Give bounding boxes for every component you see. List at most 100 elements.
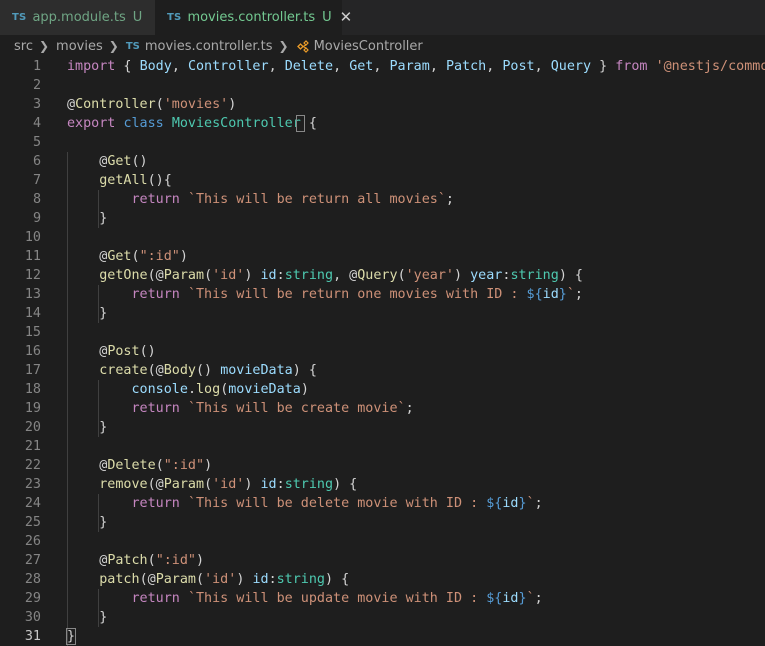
code-text: return `This will be update movie with I… xyxy=(131,591,543,606)
line-number: 12 xyxy=(24,268,41,283)
code-line[interactable]: 29 return `This will be update movie wit… xyxy=(0,589,765,608)
indent-guide xyxy=(67,152,68,646)
code-line[interactable]: 26 xyxy=(0,532,765,551)
untracked-status-badge: U xyxy=(322,10,332,25)
code-line[interactable]: 30 } xyxy=(0,608,765,627)
code-line[interactable]: 19 return `This will be create movie`; xyxy=(0,399,765,418)
line-number: 28 xyxy=(24,572,41,587)
line-number: 23 xyxy=(24,477,41,492)
code-line[interactable]: 5 xyxy=(0,133,765,152)
code-line[interactable]: 1 import { Body, Controller, Delete, Get,… xyxy=(0,57,765,76)
code-text: @Post() xyxy=(67,344,156,359)
code-text: getAll(){ xyxy=(99,173,172,188)
breadcrumb-item-src[interactable]: src xyxy=(14,39,33,54)
typescript-file-icon: TS xyxy=(125,40,140,52)
breadcrumb-item-movies[interactable]: movies xyxy=(56,39,103,54)
line-number: 30 xyxy=(24,610,41,625)
code-line[interactable]: 15 xyxy=(0,323,765,342)
tab-movies-controller[interactable]: TS movies.controller.ts U ✕ xyxy=(155,0,352,35)
indent-guide xyxy=(97,380,99,437)
code-text: create(@Body() movieData) { xyxy=(99,363,317,378)
typescript-file-icon: TS xyxy=(167,12,182,23)
tab-app-module[interactable]: TS app.module.ts U xyxy=(0,0,155,35)
breadcrumb-item-class[interactable]: MoviesController xyxy=(314,39,423,54)
breadcrumb: src ❯ movies ❯ TS movies.controller.ts ❯… xyxy=(0,35,765,57)
code-text: @Patch(":id") xyxy=(67,553,205,568)
line-number: 2 xyxy=(32,78,41,93)
line-number: 27 xyxy=(24,553,41,568)
code-text: @Delete(":id") xyxy=(67,458,213,473)
breadcrumb-item-file[interactable]: movies.controller.ts xyxy=(145,39,273,54)
code-text: } xyxy=(67,211,108,226)
code-text: } xyxy=(67,306,108,321)
line-number: 5 xyxy=(32,135,41,150)
code-line[interactable]: 20 } xyxy=(0,418,765,437)
code-editor[interactable]: 1 import { Body, Controller, Delete, Get,… xyxy=(0,57,765,646)
code-line[interactable]: 27 @Patch(":id") xyxy=(0,551,765,570)
code-text: } xyxy=(67,515,108,530)
code-line[interactable]: 2 xyxy=(0,76,765,95)
code-text: @Controller('movies') xyxy=(67,97,237,112)
code-text: import { Body, Controller, Delete, Get, … xyxy=(67,59,765,74)
code-text: return `This will be create movie`; xyxy=(131,401,414,416)
code-line[interactable]: 6 @Get() xyxy=(0,152,765,171)
line-number: 22 xyxy=(24,458,41,473)
editor-tab-bar: TS app.module.ts U TS movies.controller.… xyxy=(0,0,765,35)
line-number: 6 xyxy=(32,154,41,169)
code-line[interactable]: 28 patch(@Param('id') id:string) { xyxy=(0,570,765,589)
code-line[interactable]: 9 } xyxy=(0,209,765,228)
code-line[interactable]: 21 xyxy=(0,437,765,456)
code-text: remove(@Param('id') id:string) { xyxy=(99,477,358,492)
line-number: 17 xyxy=(24,363,41,378)
indent-guide xyxy=(97,190,99,228)
line-number: 26 xyxy=(24,534,41,549)
code-line[interactable]: 18 console.log(movieData) xyxy=(0,380,765,399)
close-icon[interactable]: ✕ xyxy=(340,9,353,27)
code-line[interactable]: 31} xyxy=(0,627,765,646)
line-number: 13 xyxy=(24,287,41,302)
line-number: 15 xyxy=(24,325,41,340)
indent-guide xyxy=(97,589,99,627)
line-number: 29 xyxy=(24,591,41,606)
code-text: return `This will be delete movie with I… xyxy=(131,496,543,511)
bracket-match-highlight xyxy=(66,628,76,645)
line-number: 19 xyxy=(24,401,41,416)
code-line[interactable]: 14 } xyxy=(0,304,765,323)
code-line[interactable]: 3 @Controller('movies') xyxy=(0,95,765,114)
bracket-match-highlight xyxy=(295,115,306,132)
code-line[interactable]: 12 getOne(@Param('id') id:string, @Query… xyxy=(0,266,765,285)
code-line[interactable]: 23 remove(@Param('id') id:string) { xyxy=(0,475,765,494)
code-line[interactable]: 8 return `This will be return all movies… xyxy=(0,190,765,209)
indent-guide xyxy=(97,494,99,532)
code-line[interactable]: 13 return `This will be return one movie… xyxy=(0,285,765,304)
code-text: } xyxy=(67,610,108,625)
typescript-file-icon: TS xyxy=(12,12,27,23)
line-number: 16 xyxy=(24,344,41,359)
line-number: 8 xyxy=(32,192,41,207)
line-number: 24 xyxy=(24,496,41,511)
code-text: console.log(movieData) xyxy=(131,382,309,397)
code-text: getOne(@Param('id') id:string, @Query('y… xyxy=(99,268,583,283)
line-number: 1 xyxy=(32,59,41,74)
code-line[interactable]: 10 xyxy=(0,228,765,247)
line-number: 21 xyxy=(24,439,41,454)
line-number: 10 xyxy=(24,230,41,245)
code-line[interactable]: 17 create(@Body() movieData) { xyxy=(0,361,765,380)
line-number: 4 xyxy=(32,116,41,131)
code-line[interactable]: 4 export class MoviesController { xyxy=(0,114,765,133)
line-number: 31 xyxy=(24,629,41,644)
code-line[interactable]: 22 @Delete(":id") xyxy=(0,456,765,475)
code-text: } xyxy=(67,420,108,435)
code-line[interactable]: 24 return `This will be delete movie wit… xyxy=(0,494,765,513)
line-number: 9 xyxy=(32,211,41,226)
chevron-right-icon: ❯ xyxy=(38,39,50,53)
chevron-right-icon: ❯ xyxy=(108,39,119,53)
code-line[interactable]: 16 @Post() xyxy=(0,342,765,361)
line-number: 25 xyxy=(24,515,41,530)
code-line[interactable]: 11 @Get(":id") xyxy=(0,247,765,266)
line-number: 14 xyxy=(24,306,41,321)
chevron-right-icon: ❯ xyxy=(278,39,289,53)
code-line[interactable]: 25 } xyxy=(0,513,765,532)
line-number: 20 xyxy=(24,420,41,435)
code-line[interactable]: 7 getAll(){ xyxy=(0,171,765,190)
